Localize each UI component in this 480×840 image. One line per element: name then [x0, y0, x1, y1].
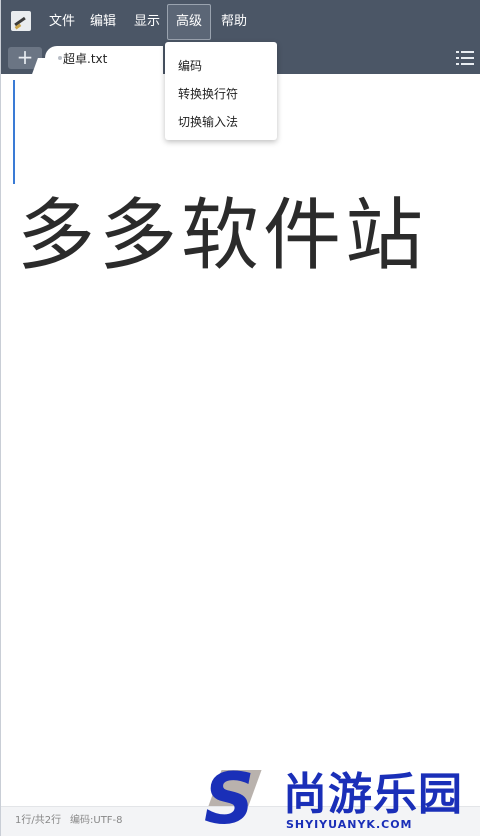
tab-title: 超卓.txt: [63, 52, 108, 66]
menu-file[interactable]: 文件: [49, 0, 75, 44]
advanced-menu-dropdown: 编码 转换换行符 切换输入法: [165, 42, 277, 140]
menu-help[interactable]: 帮助: [221, 0, 247, 44]
status-encoding: 编码:UTF-8: [70, 815, 123, 826]
menu-item-convert-linebreaks[interactable]: 转换换行符: [178, 80, 238, 108]
app-window: 文件 编辑 显示 高级 帮助 + 超卓.txt 多多软件站 编码 转换换行符 切…: [0, 0, 480, 836]
menu-edit[interactable]: 编辑: [90, 0, 116, 44]
watermark-cn-text: 尚游乐园: [283, 769, 463, 820]
menu-view[interactable]: 显示: [134, 0, 160, 44]
menu-item-switch-input-method[interactable]: 切换输入法: [178, 108, 238, 136]
status-line-position: 1行/共2行: [15, 815, 62, 826]
editor-text[interactable]: 多多软件站: [17, 186, 427, 286]
menu-item-encoding[interactable]: 编码: [178, 52, 202, 80]
menu-advanced[interactable]: 高级: [167, 4, 212, 40]
unsaved-dot-icon: [58, 56, 62, 60]
app-logo-icon: [11, 11, 31, 31]
watermark-logo-icon: S: [204, 758, 255, 840]
text-caret: [13, 80, 15, 184]
editor-area[interactable]: [1, 74, 480, 806]
list-icon[interactable]: [456, 51, 474, 65]
watermark-en-text: SHYIYUANYK.COM: [286, 818, 413, 831]
